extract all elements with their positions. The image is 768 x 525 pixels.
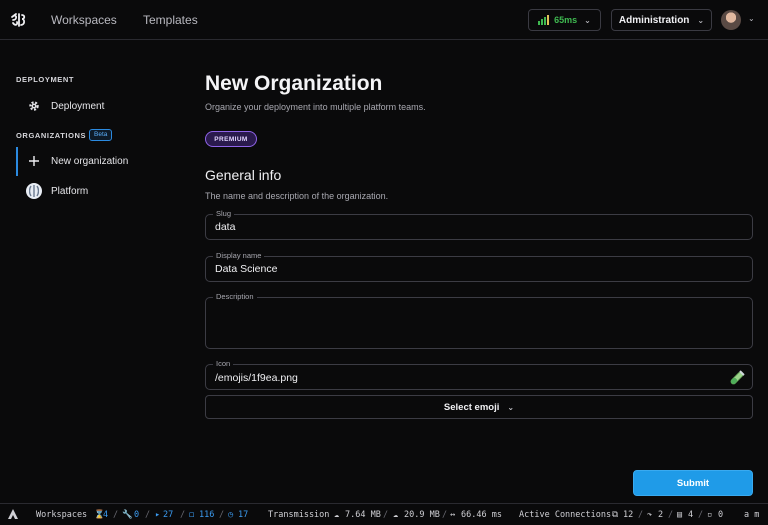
vscode-icon: ⧉	[612, 510, 619, 520]
chevron-down-icon: ⌄	[697, 15, 705, 25]
sidebar-item-deployment[interactable]: Deployment	[16, 93, 166, 119]
premium-badge: PREMIUM	[205, 131, 257, 147]
status-transmission-label: Transmission	[268, 510, 330, 520]
submit-button[interactable]: Submit	[633, 470, 753, 496]
latency-arrows-icon: ↔	[450, 510, 456, 520]
sidebar-heading-deployment: DEPLOYMENT	[16, 75, 75, 84]
test-tube-icon	[730, 370, 745, 385]
description-field[interactable]: Description	[205, 292, 753, 349]
display-name-label: Display name	[213, 251, 265, 261]
display-name-field[interactable]: Display name Data Science	[205, 251, 753, 282]
status-clock-icon: ◷	[228, 510, 234, 520]
section-title-general-info: General info	[205, 167, 282, 183]
status-wrench-icon: 🔧	[122, 510, 133, 520]
top-navbar: Workspaces Templates 65ms ⌄ Administrati…	[0, 0, 768, 40]
status-conn-vscode: 12	[623, 510, 634, 520]
status-tx-down: 20.9 MB	[404, 510, 440, 520]
status-latency: 66.46 ms	[461, 510, 502, 520]
status-workspaces-label[interactable]: Workspaces	[36, 510, 87, 520]
status-conn-terminal: 4	[688, 510, 694, 520]
status-count-pending: 4	[103, 510, 109, 520]
status-count-scheduled: 17	[238, 510, 249, 520]
status-conn-ssh: 0	[718, 510, 724, 520]
sidebar-heading-organizations: ORGANIZATIONS	[16, 131, 87, 140]
signal-icon	[538, 15, 550, 25]
nav-templates-link[interactable]: Templates	[143, 12, 198, 28]
sidebar-item-label: New organization	[51, 155, 129, 167]
plus-icon	[28, 156, 39, 166]
beta-badge: Beta	[89, 129, 113, 141]
chevron-down-icon[interactable]: ⌄	[748, 14, 755, 23]
description-label: Description	[213, 292, 257, 302]
status-count-stopped: 116	[199, 510, 215, 520]
select-emoji-label: Select emoji	[443, 401, 500, 413]
icon-field[interactable]: Icon /emojis/1f9ea.png	[205, 359, 753, 390]
sidebar-item-label: Deployment	[51, 100, 105, 112]
status-stop-icon: ◻	[189, 510, 195, 520]
status-tx-up: 7.64 MB	[345, 510, 381, 520]
page-subtitle: Organize your deployment into multiple p…	[205, 102, 426, 112]
sidebar-item-label: Platform	[51, 185, 89, 197]
sidebar-item-new-organization[interactable]: New organization	[16, 147, 166, 176]
administration-label: Administration	[618, 14, 690, 26]
icon-label: Icon	[213, 359, 234, 369]
section-description: The name and description of the organiza…	[205, 191, 389, 201]
slug-value[interactable]: data	[215, 221, 235, 233]
status-play-icon: ▸	[155, 510, 161, 520]
nav-workspaces-link[interactable]: Workspaces	[51, 12, 117, 28]
status-count-building: 0	[134, 510, 140, 520]
user-avatar[interactable]	[721, 10, 741, 30]
select-emoji-button[interactable]: Select emoji ⌄	[205, 395, 753, 419]
status-count-running: 27	[163, 510, 174, 520]
cloud-upload-icon: ☁	[334, 510, 340, 520]
status-connections-label: Active Connections	[519, 510, 612, 520]
page-title: New Organization	[205, 72, 383, 95]
status-bar: Workspaces ⌛ 4 / 🔧 0 / ▸ 27 / ◻ 116 / ◷ …	[0, 503, 768, 525]
display-name-value[interactable]: Data Science	[215, 263, 277, 275]
latency-dropdown[interactable]: 65ms ⌄	[528, 9, 601, 31]
administration-dropdown[interactable]: Administration ⌄	[611, 9, 712, 31]
gear-icon	[28, 101, 39, 111]
ssh-icon: ▫	[707, 510, 713, 520]
status-trailing: a m	[744, 510, 760, 520]
cloud-download-icon: ☁	[393, 510, 399, 520]
terminal-icon: ▤	[677, 510, 683, 520]
latency-value: 65ms	[554, 15, 578, 25]
slug-label: Slug	[213, 209, 235, 219]
coder-logo-icon[interactable]	[10, 11, 28, 29]
platform-avatar-icon	[25, 183, 42, 199]
chevron-down-icon: ⌄	[584, 15, 591, 25]
jetbrains-icon: ↷	[647, 510, 653, 520]
coder-logo-icon	[8, 509, 18, 519]
icon-value[interactable]: /emojis/1f9ea.png	[215, 372, 298, 384]
slug-field[interactable]: Slug data	[205, 209, 753, 240]
chevron-down-icon: ⌄	[507, 402, 515, 412]
status-conn-jetbrains: 2	[658, 510, 664, 520]
sidebar-item-platform[interactable]: Platform	[16, 178, 166, 204]
